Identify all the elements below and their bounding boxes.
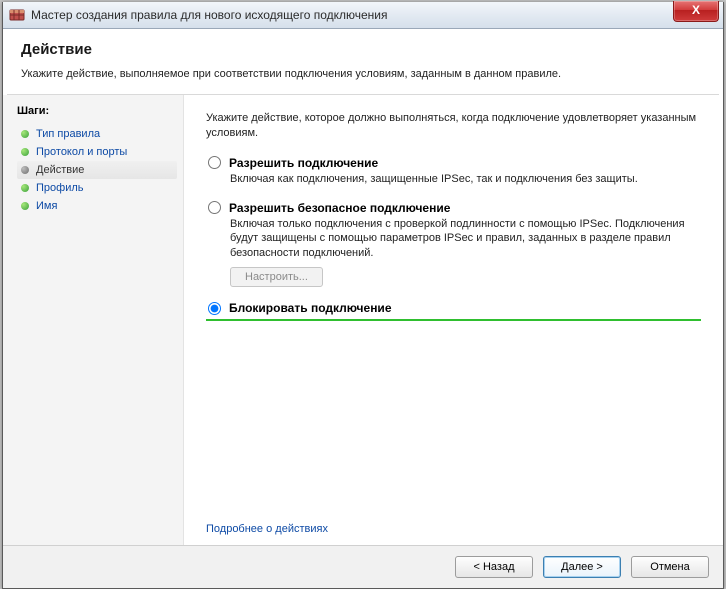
option-desc: Включая только подключения с проверкой п… xyxy=(230,217,701,262)
wizard-body: Шаги: Тип правила Протокол и порты Дейст… xyxy=(3,95,723,545)
step-link[interactable]: Профиль xyxy=(36,182,84,194)
steps-sidebar: Шаги: Тип правила Протокол и порты Дейст… xyxy=(3,95,183,545)
wizard-footer: < Назад Далее > Отмена xyxy=(3,545,723,588)
option-allow-secure-connection: Разрешить безопасное подключение Включая… xyxy=(206,201,701,288)
close-button[interactable]: X xyxy=(673,1,719,22)
step-link[interactable]: Тип правила xyxy=(36,128,100,140)
step-profile[interactable]: Профиль xyxy=(17,179,177,197)
bullet-icon xyxy=(21,166,29,174)
option-label[interactable]: Разрешить подключение xyxy=(208,156,701,170)
content-intro: Укажите действие, которое должно выполня… xyxy=(206,111,701,142)
option-title: Разрешить безопасное подключение xyxy=(229,201,450,215)
bullet-icon xyxy=(21,184,29,192)
wizard-content: Укажите действие, которое должно выполня… xyxy=(183,95,723,545)
option-title: Блокировать подключение xyxy=(229,301,392,315)
step-rule-type[interactable]: Тип правила xyxy=(17,125,177,143)
close-icon: X xyxy=(692,3,700,17)
option-label[interactable]: Блокировать подключение xyxy=(208,301,701,315)
page-title: Действие xyxy=(21,41,705,58)
step-action[interactable]: Действие xyxy=(17,161,177,179)
next-button[interactable]: Далее > xyxy=(543,556,621,578)
wizard-header: Действие Укажите действие, выполняемое п… xyxy=(3,29,723,88)
bullet-icon xyxy=(21,148,29,156)
window-title: Мастер создания правила для нового исход… xyxy=(31,8,388,22)
learn-more: Подробнее о действиях xyxy=(206,523,328,535)
option-allow-connection: Разрешить подключение Включая как подклю… xyxy=(206,156,701,187)
titlebar[interactable]: Мастер создания правила для нового исход… xyxy=(3,2,723,29)
radio-allow-connection[interactable] xyxy=(208,156,221,169)
step-link[interactable]: Протокол и порты xyxy=(36,146,127,158)
option-block-connection: Блокировать подключение xyxy=(206,301,701,321)
configure-button: Настроить... xyxy=(230,267,323,287)
step-link[interactable]: Имя xyxy=(36,200,57,212)
back-button[interactable]: < Назад xyxy=(455,556,533,578)
step-name[interactable]: Имя xyxy=(17,197,177,215)
firewall-icon xyxy=(9,7,25,23)
step-protocol-ports[interactable]: Протокол и порты xyxy=(17,143,177,161)
option-label[interactable]: Разрешить безопасное подключение xyxy=(208,201,701,215)
cancel-button[interactable]: Отмена xyxy=(631,556,709,578)
learn-more-link[interactable]: Подробнее о действиях xyxy=(206,523,328,535)
option-title: Разрешить подключение xyxy=(229,156,378,170)
wizard-window: Мастер создания правила для нового исход… xyxy=(2,2,724,589)
step-label: Действие xyxy=(36,164,84,176)
bullet-icon xyxy=(21,130,29,138)
option-desc: Включая как подключения, защищенные IPSe… xyxy=(230,172,701,187)
steps-heading: Шаги: xyxy=(17,105,177,117)
bullet-icon xyxy=(21,202,29,210)
radio-block-connection[interactable] xyxy=(208,302,221,315)
radio-allow-secure-connection[interactable] xyxy=(208,201,221,214)
page-subtitle: Укажите действие, выполняемое при соотве… xyxy=(21,68,705,80)
